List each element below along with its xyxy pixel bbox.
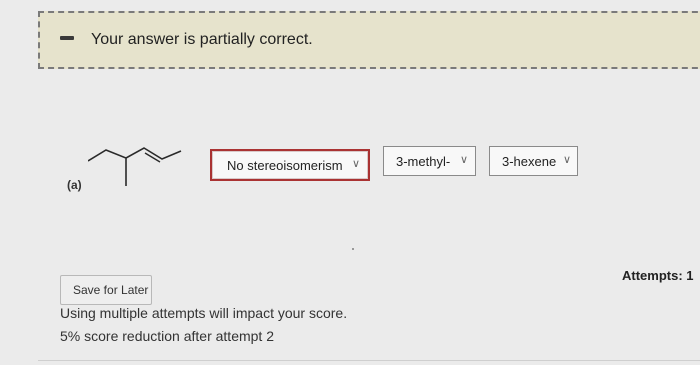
prefix-select-value: 3-methyl- [396, 154, 451, 169]
stereoisomerism-select-value: No stereoisomerism [227, 158, 343, 173]
chevron-down-icon: ∨ [562, 154, 571, 166]
feedback-message: Your answer is partially correct. [91, 31, 313, 48]
score-reduction-note: 5% score reduction after attempt 2 [60, 328, 274, 344]
prefix-select[interactable]: 3-methyl- ∨ [383, 146, 476, 176]
partial-correct-icon [60, 36, 74, 40]
parent-chain-select-value: 3-hexene [502, 154, 557, 169]
stray-mark [352, 248, 354, 250]
chevron-down-icon: ∨ [351, 158, 360, 170]
feedback-banner: Your answer is partially correct. [38, 11, 700, 69]
save-for-later-button[interactable]: Save for Later [60, 275, 152, 305]
divider [38, 360, 700, 361]
part-label: (a) [67, 178, 82, 192]
stereoisomerism-select[interactable]: No stereoisomerism ∨ [210, 149, 370, 181]
chevron-down-icon: ∨ [459, 154, 468, 166]
attempts-counter: Attempts: 1 [622, 268, 694, 283]
molecule-structure-image [88, 147, 182, 186]
parent-chain-select[interactable]: 3-hexene ∨ [489, 146, 578, 176]
attempts-note: Using multiple attempts will impact your… [60, 305, 348, 321]
